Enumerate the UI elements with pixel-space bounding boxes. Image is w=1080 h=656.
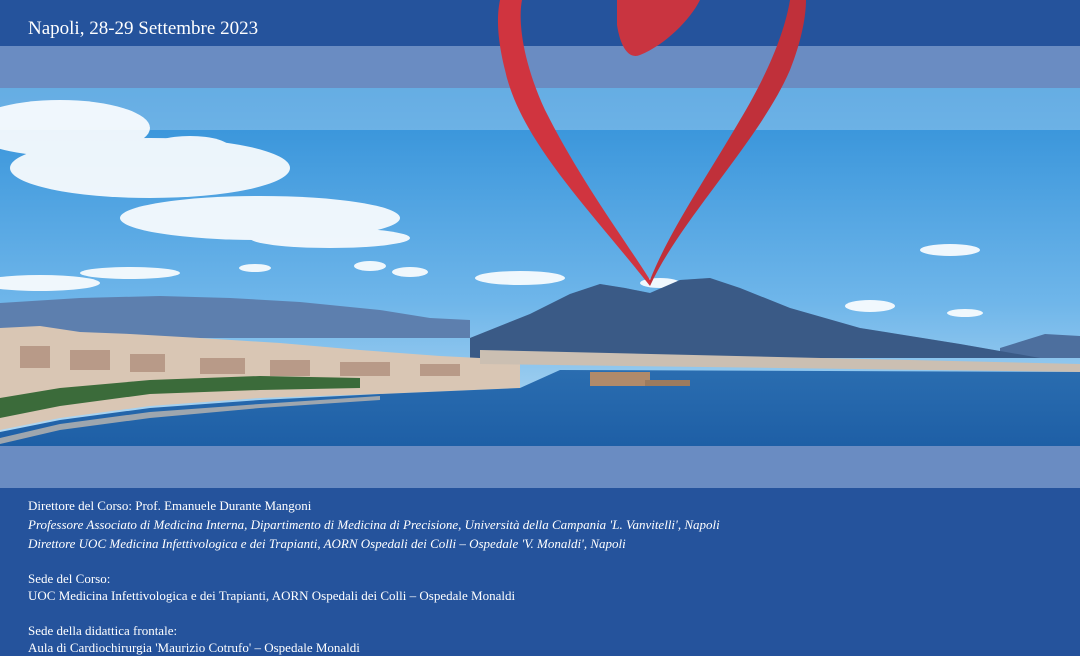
director-role-2: Direttore UOC Medicina Infettivologica e… bbox=[28, 536, 626, 551]
naples-bay-photo bbox=[0, 88, 1080, 446]
teaching-label: Sede della didattica frontale: bbox=[28, 623, 178, 638]
header-band: Napoli, 28-29 Settembre 2023 bbox=[0, 0, 1080, 46]
light-band-top bbox=[0, 46, 1080, 88]
venue-label: Sede del Corso: bbox=[28, 571, 111, 586]
light-band-bottom bbox=[0, 446, 1080, 488]
teaching-value: Aula di Cardiochirurgia 'Maurizio Cotruf… bbox=[28, 640, 360, 655]
director-role-1: Professore Associato di Medicina Interna… bbox=[28, 517, 720, 532]
venue-value: UOC Medicina Infettivologica e dei Trapi… bbox=[28, 588, 516, 603]
course-info-panel: Direttore del Corso: Prof. Emanuele Dura… bbox=[0, 488, 1080, 655]
course-director: Direttore del Corso: Prof. Emanuele Dura… bbox=[28, 498, 312, 513]
event-date-place: Napoli, 28-29 Settembre 2023 bbox=[28, 18, 259, 39]
